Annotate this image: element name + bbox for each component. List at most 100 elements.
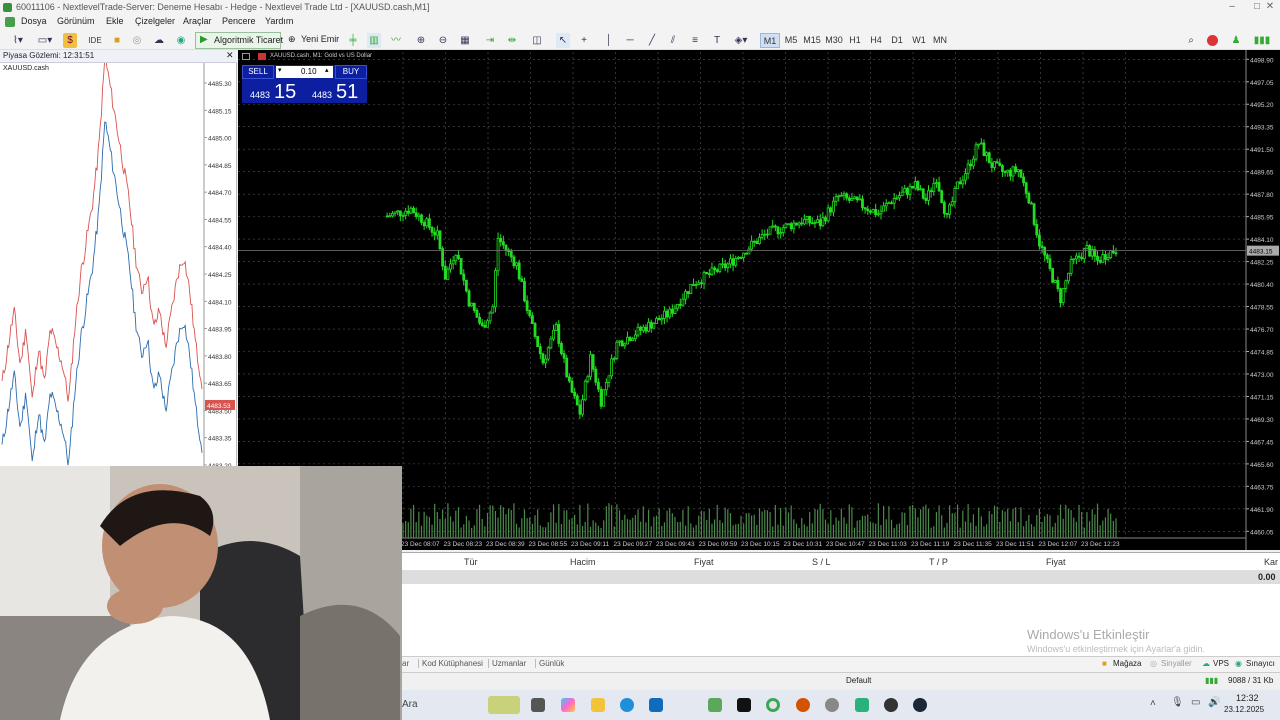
minimize-button[interactable]: – — [1220, 1, 1244, 13]
col-volume[interactable]: Hacim — [570, 557, 596, 567]
market-link[interactable]: Mağaza — [1113, 659, 1141, 668]
tf-m30[interactable]: M30 — [824, 33, 844, 48]
signal-icon[interactable]: ◎ — [130, 33, 144, 48]
chart-shift-icon[interactable]: ⇹ — [504, 33, 520, 48]
cloud-icon[interactable]: ☁ — [152, 33, 166, 48]
steam-icon[interactable] — [913, 698, 927, 712]
lock-icon[interactable]: ■ — [110, 33, 124, 48]
signal-strength-icon[interactable]: ▮▮▮ — [1250, 33, 1274, 48]
network-icon[interactable]: ▭ — [1191, 697, 1200, 708]
tester-link[interactable]: Sınayıcı — [1246, 659, 1275, 668]
notifications-icon[interactable] — [1207, 35, 1218, 46]
clock-time[interactable]: 12:32 — [1236, 693, 1259, 703]
horizontal-line-icon[interactable]: ─ — [623, 33, 637, 48]
chart-type-icon[interactable]: ⌇▾ — [8, 33, 28, 48]
algo-trading-button[interactable]: ▶ Algoritmik Ticaret — [195, 32, 283, 49]
col-tp[interactable]: T / P — [929, 557, 948, 567]
edge-icon[interactable] — [620, 698, 634, 712]
tester-icon[interactable]: ◉ — [1235, 659, 1242, 668]
chart-menu-icon[interactable] — [5, 17, 15, 27]
tradingview-icon[interactable] — [737, 698, 751, 712]
candles-icon[interactable]: ▥ — [367, 33, 381, 48]
vertical-line-icon[interactable]: │ — [602, 33, 616, 48]
menu-help[interactable]: Yardım — [265, 16, 293, 26]
tab-journal[interactable]: Günlük — [535, 659, 564, 668]
new-order-button[interactable]: ⊕ Yeni Emir — [285, 32, 339, 49]
search-icon[interactable]: ⌕ — [1184, 33, 1198, 48]
account-icon[interactable]: ♟ — [1229, 33, 1243, 48]
vps-link[interactable]: VPS — [1213, 659, 1229, 668]
ide-button[interactable]: IDE — [86, 33, 104, 48]
shapes-icon[interactable]: ◈▾ — [730, 33, 752, 48]
tf-m15[interactable]: M15 — [802, 33, 822, 48]
text-icon[interactable]: T — [710, 33, 724, 48]
sell-button[interactable]: SELL — [242, 65, 274, 79]
taskbar-search[interactable]: Ara — [402, 699, 418, 710]
col-profit[interactable]: Kar — [1264, 557, 1278, 567]
menu-file[interactable]: Dosya — [21, 16, 47, 26]
tf-h4[interactable]: H4 — [866, 33, 886, 48]
buy-price[interactable]: 4483 51 — [306, 80, 366, 103]
bar-chart-icon[interactable]: ╪ — [346, 33, 360, 48]
tray-chevron-icon[interactable]: ˄ — [1150, 698, 1156, 709]
signals-icon[interactable]: ◎ — [1150, 659, 1157, 668]
market-icon[interactable]: ■ — [1102, 659, 1107, 668]
menu-charts[interactable]: Çizelgeler — [135, 16, 175, 26]
tab-partial[interactable]: ar — [402, 659, 409, 668]
obs-icon[interactable] — [884, 698, 898, 712]
menu-view[interactable]: Görünüm — [57, 16, 95, 26]
volume-down-icon[interactable]: ▾ — [278, 66, 282, 74]
trendline-icon[interactable]: ╱ — [645, 33, 659, 48]
buy-button[interactable]: BUY — [335, 65, 367, 79]
microphone-icon[interactable]: 🎙 — [1171, 697, 1184, 708]
copilot-icon[interactable] — [561, 698, 575, 712]
zoom-in-icon[interactable]: ⊕ — [414, 33, 428, 48]
signals-link[interactable]: Sinyaller — [1161, 659, 1192, 668]
settings-icon[interactable] — [825, 698, 839, 712]
channel-icon[interactable]: ⫽ — [666, 33, 680, 48]
zoom-out-icon[interactable]: ⊖ — [436, 33, 450, 48]
tab-experts[interactable]: Uzmanlar — [488, 659, 526, 668]
volume-icon[interactable]: 🔊 — [1208, 697, 1220, 708]
explorer-icon[interactable] — [591, 698, 605, 712]
sell-price[interactable]: 4483 15 — [242, 80, 302, 103]
menu-window[interactable]: Pencere — [222, 16, 256, 26]
profile-name[interactable]: Default — [846, 676, 871, 685]
chrome-icon[interactable] — [766, 698, 780, 712]
grid-icon[interactable]: ▦ — [458, 33, 472, 48]
col-price[interactable]: Fiyat — [694, 557, 714, 567]
volume-field[interactable]: ▾ 0.10 ▴ — [276, 66, 333, 78]
vps-icon[interactable]: ☁ — [1202, 659, 1210, 668]
tf-w1[interactable]: W1 — [909, 33, 929, 48]
fibonacci-icon[interactable]: ≡ — [688, 33, 702, 48]
metatrader-icon[interactable] — [708, 698, 722, 712]
col-price-current[interactable]: Fiyat — [1046, 557, 1066, 567]
clock-date[interactable]: 23.12.2025 — [1224, 705, 1264, 714]
templates-icon[interactable]: ▭▾ — [34, 33, 56, 48]
cursor-icon[interactable]: ↖ — [556, 33, 570, 48]
globe-icon[interactable]: ◉ — [174, 33, 188, 48]
menu-tools[interactable]: Araçlar — [183, 16, 212, 26]
notes-icon[interactable] — [855, 698, 869, 712]
col-type[interactable]: Tür — [464, 557, 478, 567]
outlook-icon[interactable] — [649, 698, 663, 712]
taskview-icon[interactable] — [531, 698, 545, 712]
market-watch-close-icon[interactable]: ✕ — [226, 50, 234, 61]
tf-m5[interactable]: M5 — [781, 33, 801, 48]
volume-up-icon[interactable]: ▴ — [325, 66, 329, 74]
tf-h1[interactable]: H1 — [845, 33, 865, 48]
dollar-icon[interactable]: $ — [63, 33, 77, 48]
line-chart-icon[interactable]: 〰 — [389, 33, 403, 48]
tf-mn[interactable]: MN — [930, 33, 950, 48]
tab-code-library[interactable]: Kod Kütüphanesi — [418, 659, 483, 668]
firefox-icon[interactable] — [796, 698, 810, 712]
close-button[interactable]: ✕ — [1258, 1, 1280, 13]
autoscroll-icon[interactable]: ⇥ — [482, 33, 498, 48]
screenshot-icon[interactable]: ◫ — [530, 33, 544, 48]
col-sl[interactable]: S / L — [812, 557, 831, 567]
tf-m1[interactable]: M1 — [760, 33, 780, 48]
menu-insert[interactable]: Ekle — [106, 16, 124, 26]
crosshair-icon[interactable]: + — [577, 33, 591, 48]
weather-widget-icon[interactable] — [488, 696, 520, 714]
tf-d1[interactable]: D1 — [887, 33, 907, 48]
